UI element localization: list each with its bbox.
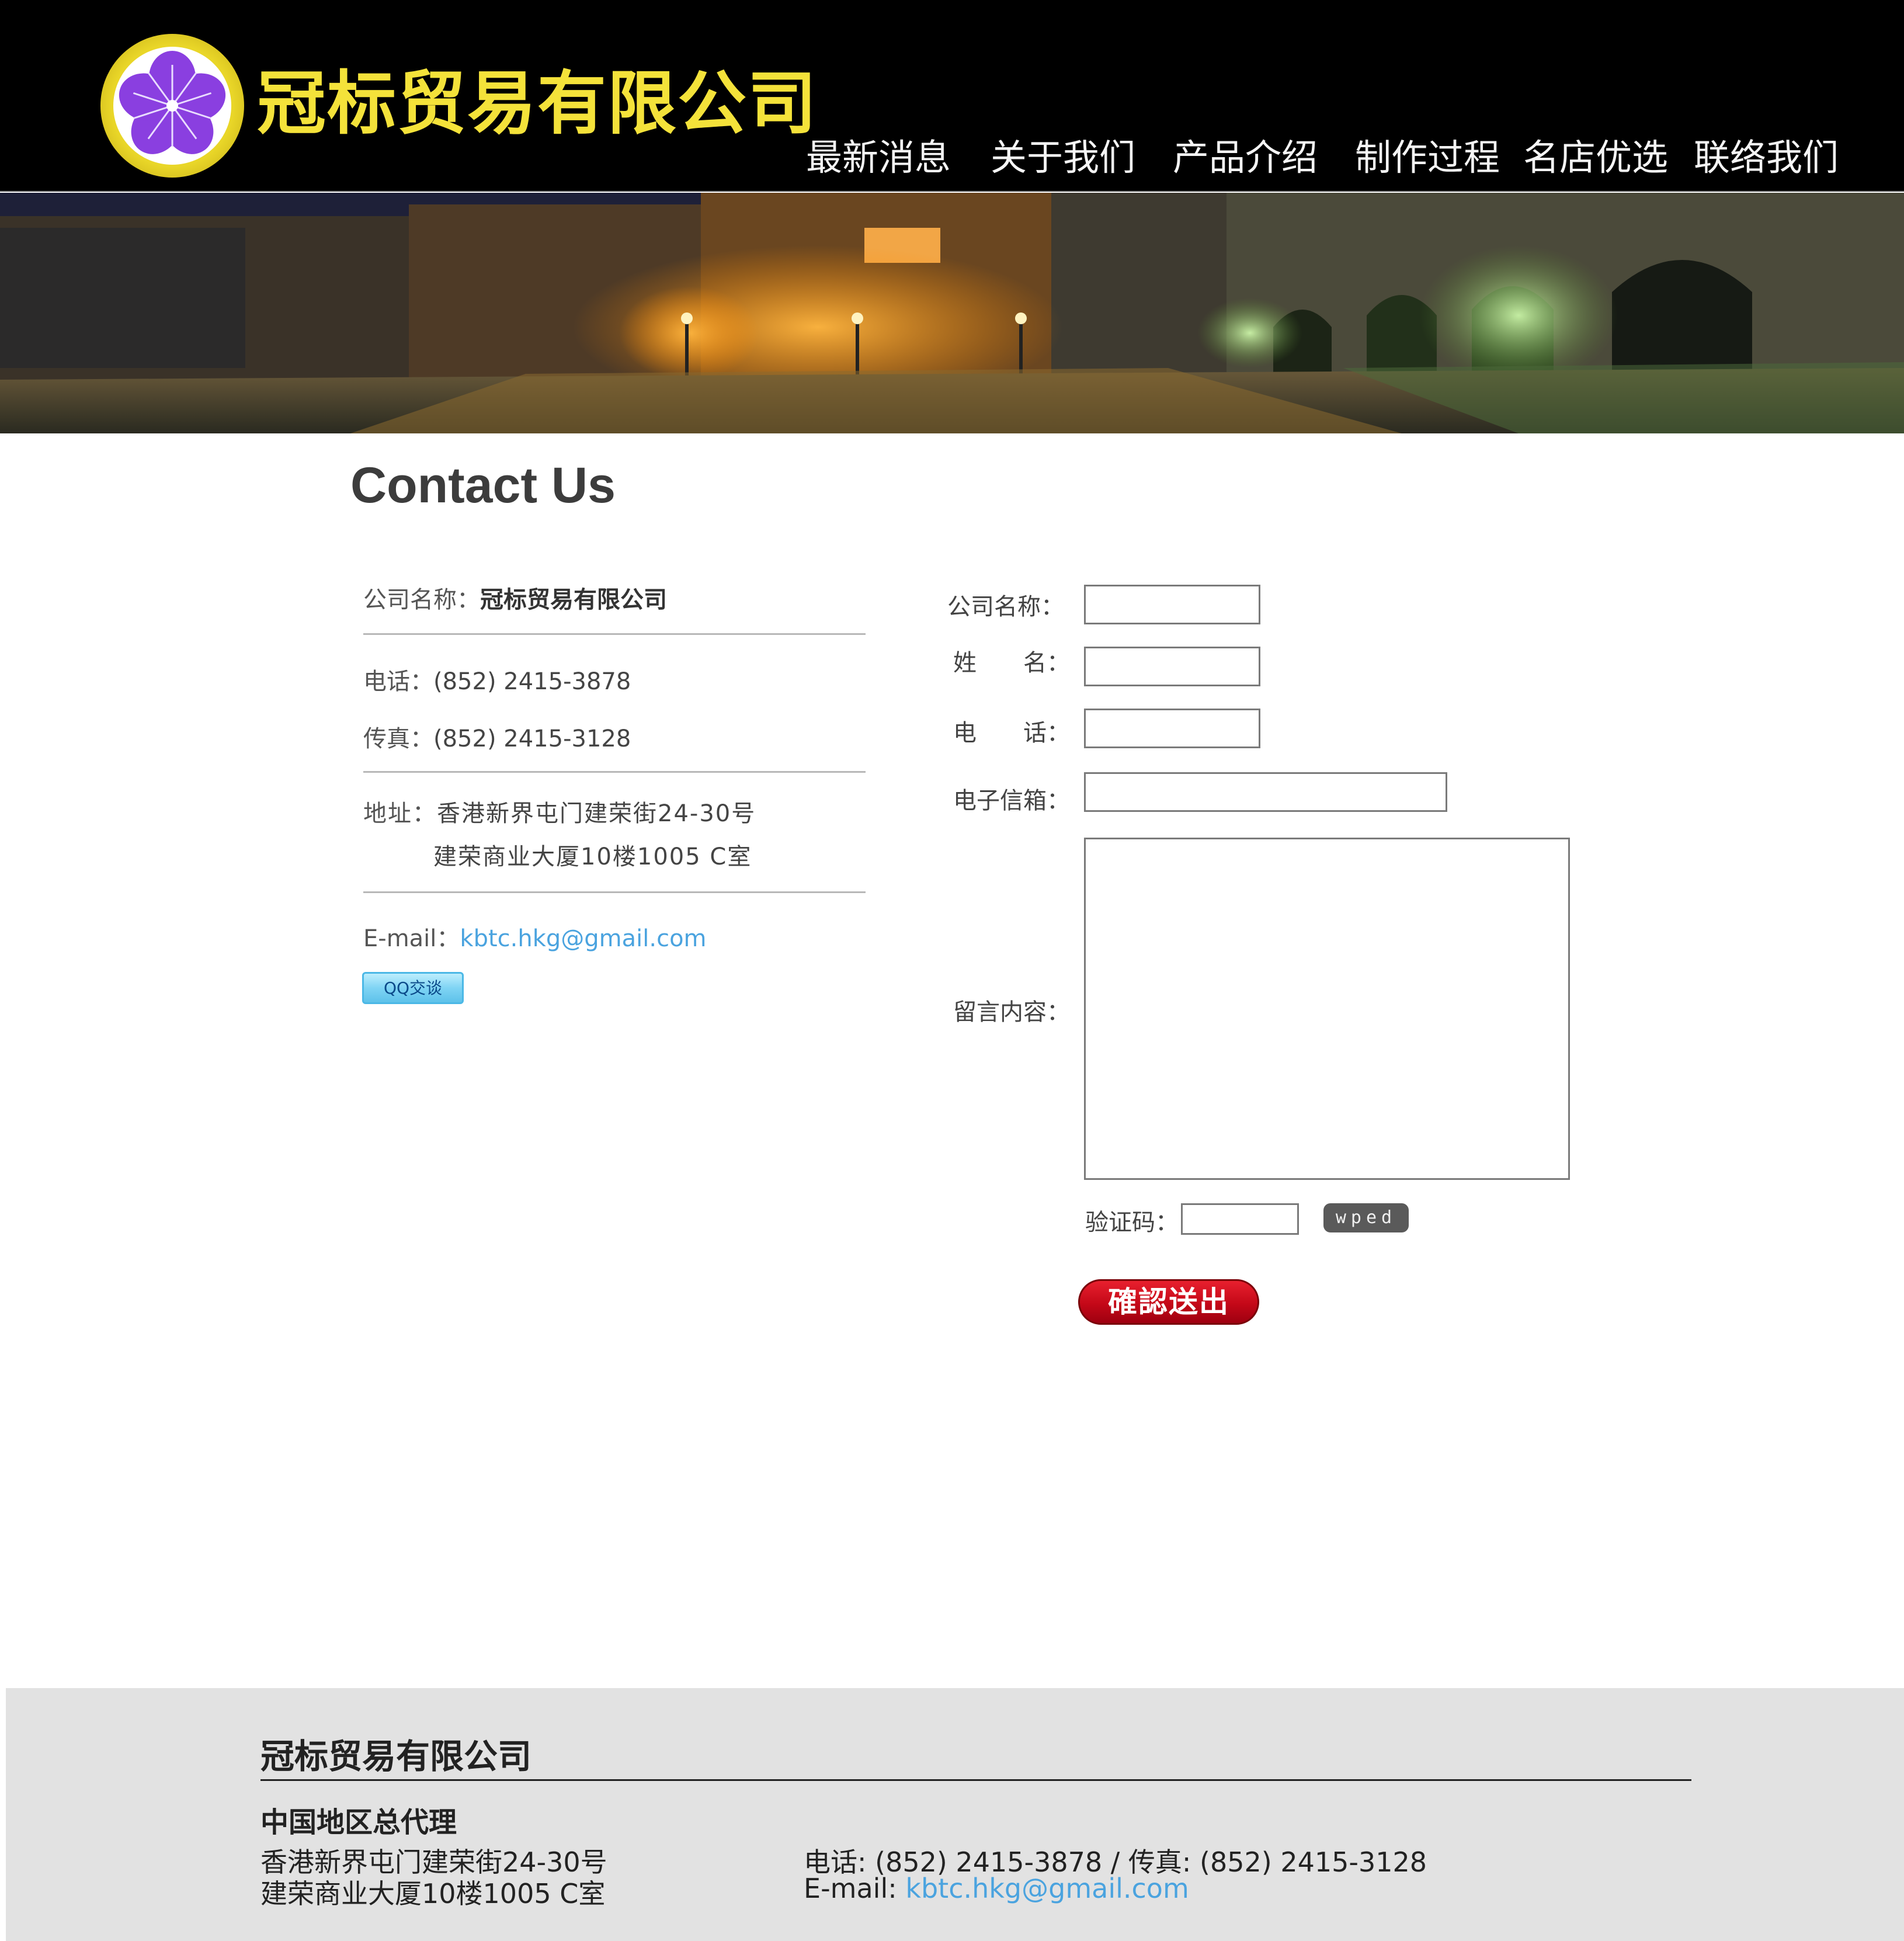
captcha-input[interactable] [1181, 1203, 1299, 1235]
form-message-label: 留言内容： [953, 999, 1070, 1026]
form-captcha-label: 验证码： [1085, 1209, 1179, 1236]
info-divider [363, 633, 866, 635]
nav-item-contact[interactable]: 联络我们 [1694, 134, 1839, 181]
form-name-label: 姓 名： [953, 650, 1070, 676]
name-input[interactable] [1084, 647, 1260, 686]
footer-email-label: E-mail: [804, 1873, 906, 1904]
captcha-image[interactable]: wped [1323, 1203, 1409, 1232]
info-phone: 电话：(852) 2415-3878 [363, 662, 631, 696]
message-textarea[interactable] [1084, 838, 1570, 1180]
info-email-link[interactable]: kbtc.hkg@gmail.com [460, 925, 706, 952]
footer-subtitle: 中国地区总代理 [260, 1806, 457, 1839]
form-phone-label: 电 话： [953, 720, 1070, 746]
info-address-line2: 建荣商业大厦10楼1005 C室 [433, 843, 752, 870]
purple-flower-logo-icon [119, 51, 226, 154]
form-company-label: 公司名称： [947, 593, 1064, 620]
qq-chat-button[interactable]: QQ交谈 [362, 972, 464, 1004]
company-name-input[interactable] [1084, 585, 1260, 624]
info-divider [363, 891, 866, 893]
page-title: Contact Us [350, 457, 616, 513]
info-phone-label: 电话： [363, 668, 433, 695]
nav-item-process[interactable]: 制作过程 [1355, 134, 1500, 181]
info-divider [363, 771, 866, 773]
site-title[interactable]: 冠标贸易有限公司 [257, 69, 818, 138]
info-company-label: 公司名称： [363, 586, 480, 613]
submit-button[interactable]: 確認送出 [1078, 1279, 1259, 1325]
site-footer: 冠标贸易有限公司 中国地区总代理 香港新界屯门建荣街24-30号 建荣商业大厦1… [6, 1688, 1904, 1941]
nav-item-products[interactable]: 产品介绍 [1173, 134, 1318, 181]
info-email: E-mail：kbtc.hkg@gmail.com [363, 919, 707, 953]
form-email-label: 电子信箱： [953, 787, 1070, 814]
info-fax: 传真：(852) 2415-3128 [363, 720, 631, 754]
info-company-value: 冠标贸易有限公司 [480, 586, 667, 613]
info-phone-value: (852) 2415-3878 [433, 668, 631, 695]
logo-inner [113, 47, 231, 165]
info-address: 地址：香港新界屯门建荣街24-30号 [363, 794, 756, 828]
nav-item-about-us[interactable]: 关于我们 [991, 134, 1135, 181]
footer-email-link[interactable]: kbtc.hkg@gmail.com [905, 1873, 1189, 1904]
nav-item-latest-news[interactable]: 最新消息 [806, 134, 951, 181]
info-address-line1: 香港新界屯门建荣街24-30号 [437, 800, 756, 827]
info-email-label: E-mail： [363, 925, 460, 952]
nav-item-shops[interactable]: 名店优选 [1523, 134, 1668, 181]
info-company: 公司名称：冠标贸易有限公司 [363, 581, 667, 614]
info-fax-label: 传真： [363, 725, 433, 752]
footer-divider [260, 1779, 1691, 1781]
banner-image [0, 193, 1904, 433]
email-input[interactable] [1084, 772, 1447, 812]
info-fax-value: (852) 2415-3128 [433, 725, 631, 752]
footer-address-line2: 建荣商业大厦10楼1005 C室 [260, 1878, 606, 1909]
night-street-illustration [0, 193, 1904, 433]
phone-input[interactable] [1084, 709, 1260, 748]
footer-company-name: 冠标贸易有限公司 [260, 1737, 532, 1776]
site-header: 冠标贸易有限公司 最新消息 关于我们 产品介绍 制作过程 名店优选 联络我们 [0, 0, 1904, 192]
footer-email: E-mail: kbtc.hkg@gmail.com [804, 1873, 1189, 1904]
logo-icon[interactable] [100, 34, 244, 178]
info-address-label: 地址： [363, 800, 437, 827]
